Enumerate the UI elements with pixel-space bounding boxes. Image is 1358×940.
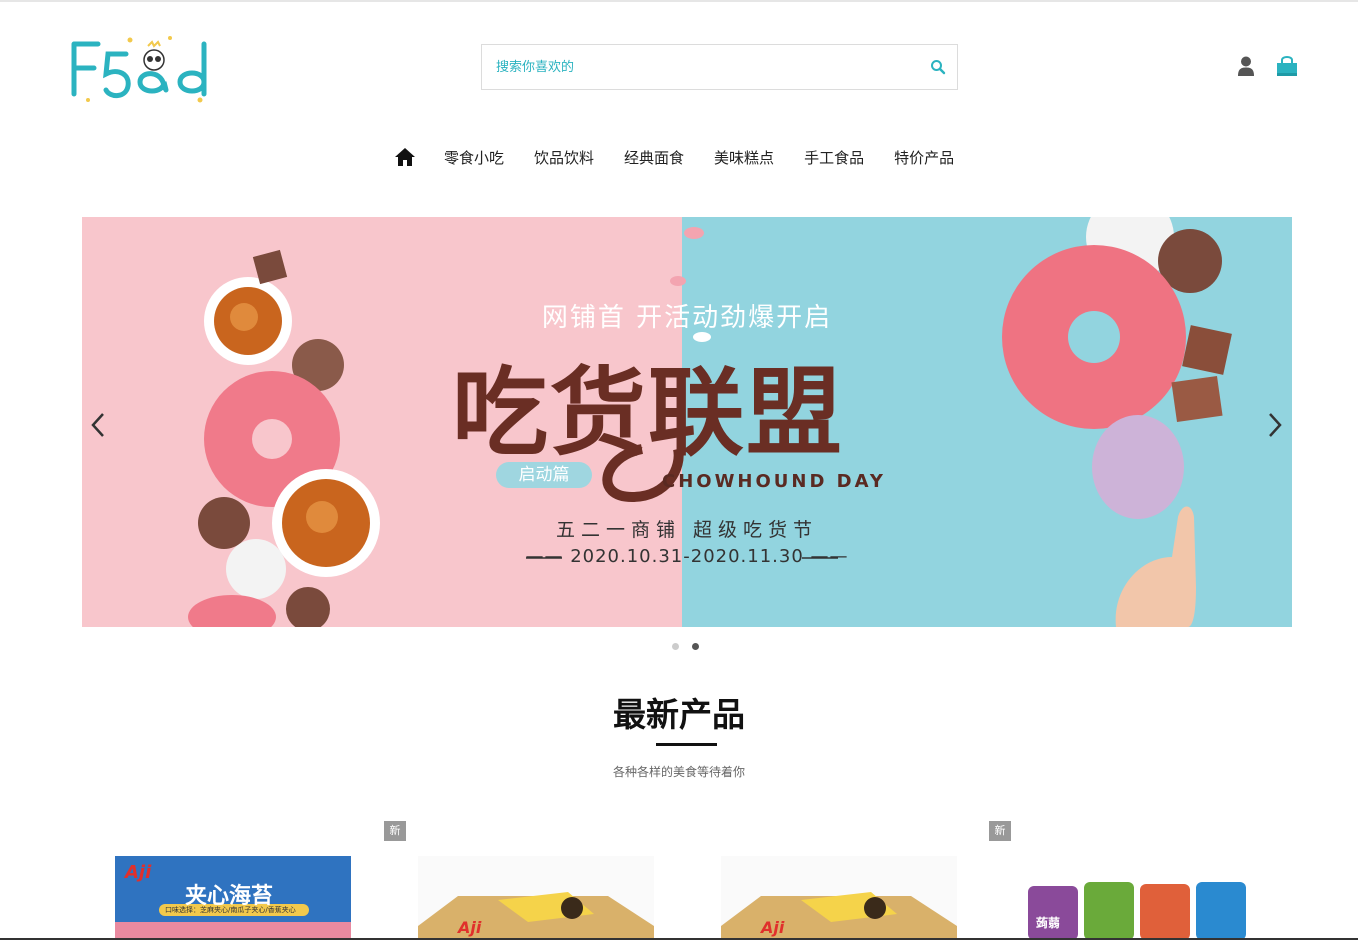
hero-banner[interactable]: 网铺首 开活动劲爆开启 吃货联盟 启动篇 CHOWHOUND DAY 五二一商铺… <box>82 217 1292 627</box>
section-subtitle: 各种各样的美食等待着你 <box>612 765 745 779</box>
banner-caption: 五二一商铺 超级吃货节 <box>555 519 819 541</box>
user-icon[interactable] <box>1236 55 1256 77</box>
product-card[interactable]: Aji 夹心海苔 口味选择：芝麻夹心/南瓜子夹心/香蕉夹心 <box>115 856 351 940</box>
product-card[interactable]: Aji <box>721 856 957 940</box>
product-image <box>418 856 654 940</box>
nav-item-noodles[interactable]: 经典面食 <box>624 147 684 168</box>
product-image-caption: 口味选择：芝麻夹心/南瓜子夹心/香蕉夹心 <box>165 906 296 914</box>
chevron-right-icon[interactable] <box>1263 410 1285 440</box>
product-card[interactable]: Aji <box>418 856 654 940</box>
product-image <box>721 856 957 940</box>
search-icon[interactable] <box>929 58 947 76</box>
top-border <box>0 0 1358 2</box>
new-badge: 新 <box>384 821 406 841</box>
chevron-left-icon[interactable] <box>88 410 110 440</box>
product-brand: Aji <box>458 918 482 937</box>
banner-title: 吃货联盟 <box>452 357 844 469</box>
banner-subtitle: 网铺首 开活动劲爆开启 <box>541 303 833 333</box>
search-input[interactable] <box>482 45 912 89</box>
carousel-dot[interactable] <box>672 643 679 650</box>
product-image-title: 蒟蒻 <box>1036 916 1061 930</box>
search-box <box>481 44 958 90</box>
carousel-indicators <box>672 643 712 650</box>
product-brand: Aji <box>125 862 152 883</box>
brand-logo[interactable] <box>68 30 214 106</box>
banner-dates: —— 2020.10.31-2020.11.30 —— <box>525 546 849 567</box>
section-divider <box>656 743 717 746</box>
banner-tag: 启动篇 <box>496 462 592 488</box>
section-title: 最新产品 <box>613 695 745 734</box>
nav-item-drinks[interactable]: 饮品饮料 <box>534 147 594 168</box>
nav-item-specials[interactable]: 特价产品 <box>894 147 954 168</box>
new-badge: 新 <box>989 821 1011 841</box>
main-nav: 零食小吃 饮品饮料 经典面食 美味糕点 手工食品 特价产品 <box>394 144 984 170</box>
nav-item-handmade[interactable]: 手工食品 <box>804 147 864 168</box>
product-brand: Aji <box>761 918 785 937</box>
shopping-bag-icon[interactable] <box>1276 54 1298 78</box>
home-icon[interactable] <box>394 147 416 167</box>
banner-english-title: CHOWHOUND DAY <box>662 471 886 492</box>
product-card[interactable]: 蒟蒻 <box>1024 856 1260 940</box>
nav-item-snacks[interactable]: 零食小吃 <box>444 147 504 168</box>
nav-item-pastries[interactable]: 美味糕点 <box>714 147 774 168</box>
carousel-dot-active[interactable] <box>692 643 699 650</box>
